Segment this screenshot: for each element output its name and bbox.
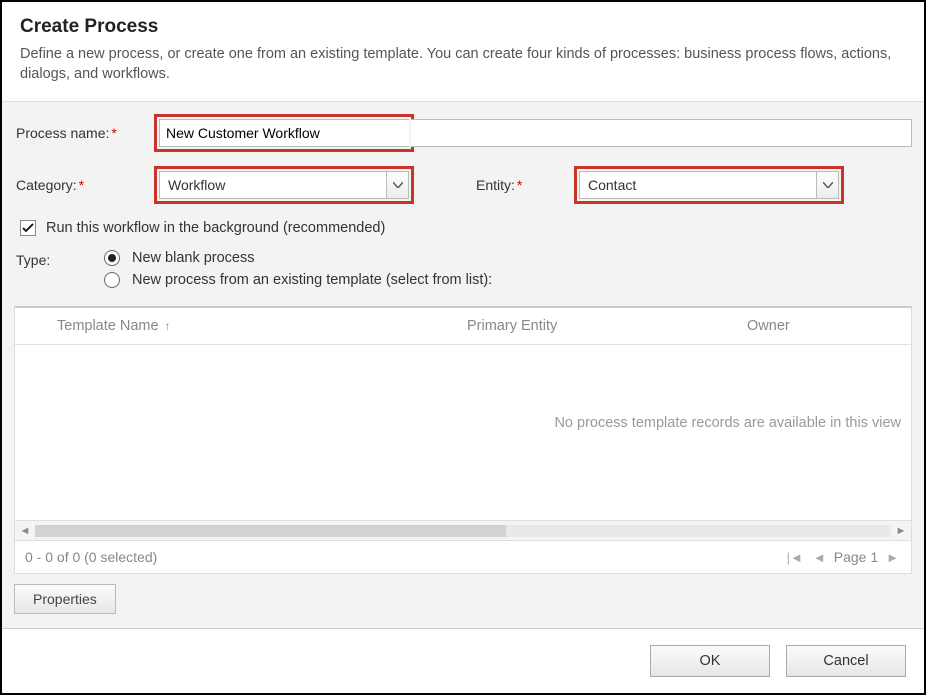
process-name-row: Process name:* (14, 114, 912, 152)
required-asterisk: * (79, 177, 84, 193)
chevron-down-icon[interactable] (386, 172, 408, 198)
pager-page-label: Page 1 (834, 549, 878, 565)
template-grid-area: Template Name ↑ Primary Entity Owner No … (2, 306, 924, 628)
cancel-button[interactable]: Cancel (786, 645, 906, 677)
scroll-track[interactable] (35, 525, 891, 537)
process-name-input-extend[interactable] (411, 119, 912, 147)
required-asterisk: * (111, 125, 116, 141)
chevron-down-icon[interactable] (816, 172, 838, 198)
column-owner[interactable]: Owner (747, 318, 903, 334)
grid-horizontal-scrollbar[interactable]: ◄ ► (15, 520, 911, 540)
type-option-template[interactable]: New process from an existing template (s… (104, 272, 492, 288)
type-option-label: New blank process (132, 250, 255, 266)
grid-body: No process template records are availabl… (15, 345, 911, 520)
scroll-left-icon[interactable]: ◄ (15, 521, 35, 540)
category-select[interactable]: Workflow (159, 171, 409, 199)
properties-button[interactable]: Properties (14, 584, 116, 614)
scroll-thumb[interactable] (35, 525, 506, 537)
category-value: Workflow (160, 177, 386, 193)
grid-pager: 0 - 0 of 0 (0 selected) |◄ ◄ Page 1 ► (15, 540, 911, 573)
process-name-input[interactable] (159, 119, 409, 147)
highlight-process-name (154, 114, 414, 152)
sort-ascending-icon: ↑ (165, 319, 171, 333)
template-grid: Template Name ↑ Primary Entity Owner No … (14, 306, 912, 574)
radio-icon (104, 250, 120, 266)
pager-prev-icon[interactable]: ◄ (811, 550, 828, 565)
type-option-label: New process from an existing template (s… (132, 272, 492, 288)
required-asterisk: * (517, 177, 522, 193)
dialog-footer: OK Cancel (2, 628, 924, 693)
pager-status: 0 - 0 of 0 (0 selected) (25, 549, 157, 565)
type-radio-group: New blank process New process from an ex… (104, 250, 492, 288)
column-select[interactable] (23, 318, 57, 334)
category-label: Category:* (14, 177, 154, 193)
ok-button[interactable]: OK (650, 645, 770, 677)
process-name-label: Process name:* (14, 125, 154, 141)
column-template-name[interactable]: Template Name ↑ (57, 318, 467, 334)
type-label: Type: (14, 250, 104, 268)
type-option-blank[interactable]: New blank process (104, 250, 492, 266)
radio-icon (104, 272, 120, 288)
run-background-checkbox[interactable] (20, 220, 36, 236)
grid-header: Template Name ↑ Primary Entity Owner (15, 308, 911, 345)
dialog-header: Create Process Define a new process, or … (2, 2, 924, 101)
pager-first-icon[interactable]: |◄ (785, 550, 805, 565)
highlight-entity: Contact (574, 166, 844, 204)
check-icon (22, 223, 34, 233)
dialog-subtitle: Define a new process, or create one from… (20, 44, 906, 85)
pager-next-icon[interactable]: ► (884, 550, 901, 565)
grid-empty-message: No process template records are availabl… (554, 415, 901, 431)
scroll-right-icon[interactable]: ► (891, 521, 911, 540)
highlight-category: Workflow (154, 166, 414, 204)
entity-select[interactable]: Contact (579, 171, 839, 199)
column-primary-entity[interactable]: Primary Entity (467, 318, 747, 334)
dialog-title: Create Process (20, 16, 906, 38)
form-panel: Process name:* Category:* Workflow (2, 101, 924, 306)
run-background-label: Run this workflow in the background (rec… (46, 220, 385, 236)
entity-label: Entity:* (474, 177, 574, 193)
entity-value: Contact (580, 177, 816, 193)
